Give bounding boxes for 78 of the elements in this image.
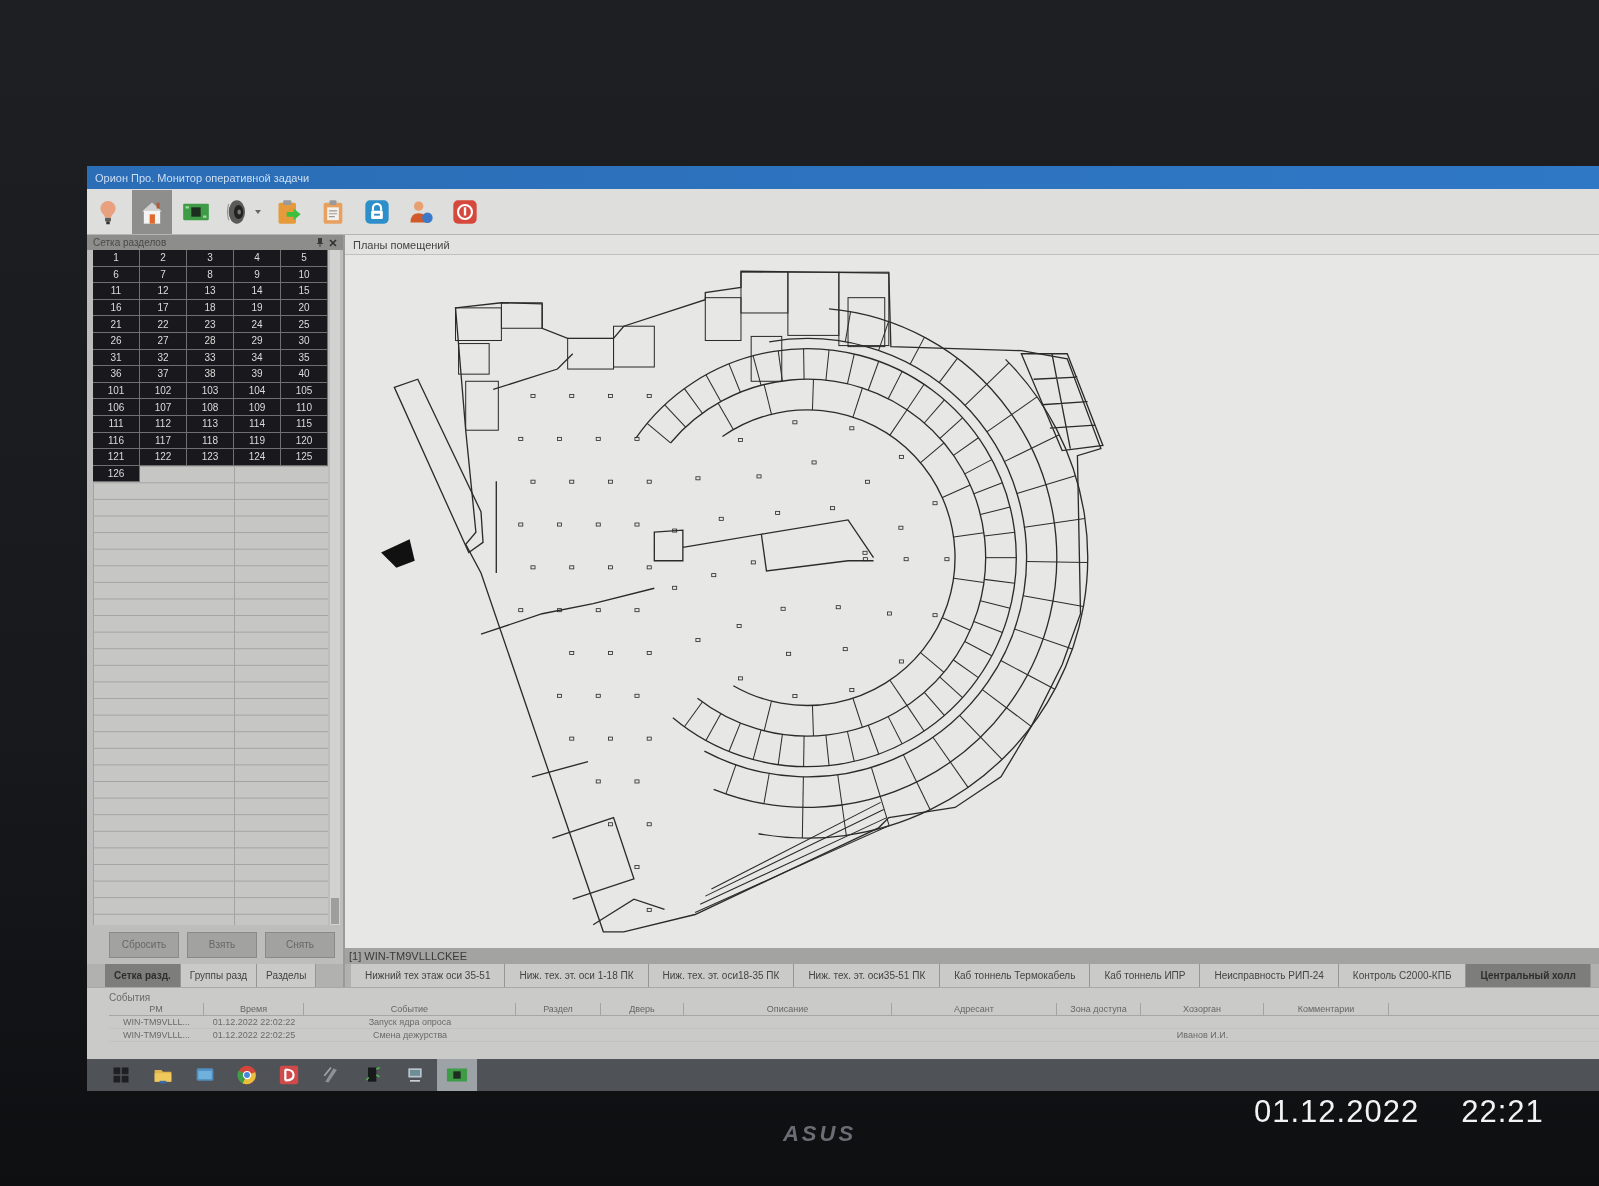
section-cell[interactable]: 25 bbox=[281, 316, 328, 333]
column-header[interactable]: Хозорган bbox=[1141, 1003, 1264, 1015]
dropdown-arrow-icon[interactable] bbox=[255, 209, 261, 214]
table-cell-text: Смена дежурства bbox=[371, 1029, 449, 1041]
app-tile-icon bbox=[278, 1064, 300, 1086]
section-cell[interactable]: 39 bbox=[234, 366, 281, 383]
section-cell[interactable]: 122 bbox=[140, 449, 187, 466]
plan-tab[interactable]: Ниж. тех. эт. оси18-35 ПК bbox=[648, 964, 795, 987]
section-cell[interactable]: 14 bbox=[234, 283, 281, 300]
section-cell[interactable]: 24 bbox=[234, 316, 281, 333]
plan-tab[interactable]: Неисправность РИП-24 bbox=[1200, 964, 1339, 987]
section-cell[interactable]: 12 bbox=[140, 283, 187, 300]
section-cell[interactable]: 1 bbox=[93, 250, 140, 267]
section-cell[interactable]: 110 bbox=[281, 399, 328, 416]
taskbar-button[interactable] bbox=[437, 1059, 477, 1091]
plan-tab[interactable]: Ниж. тех. эт. оси 1-18 ПК bbox=[505, 964, 649, 987]
section-cell[interactable]: 107 bbox=[140, 399, 187, 416]
column-header[interactable]: Зона доступа bbox=[1057, 1003, 1141, 1015]
section-cell[interactable]: 23 bbox=[187, 316, 234, 333]
power-icon bbox=[451, 197, 479, 226]
plan-tab[interactable]: Ниж. тех. эт. оси35-51 ПК bbox=[794, 964, 941, 987]
scrollbar[interactable] bbox=[330, 250, 340, 925]
status-text: [1] WIN-TM9VLLLCKEE bbox=[349, 950, 467, 962]
timestamp-time: 22:21 bbox=[1461, 1094, 1544, 1130]
panel-title: Сетка разделов bbox=[93, 237, 168, 248]
section-cell[interactable]: 11 bbox=[93, 283, 140, 300]
computer-icon bbox=[405, 1065, 425, 1085]
column-header[interactable]: Адресант bbox=[892, 1003, 1057, 1015]
table-cell-text: 01.12.2022 22:02:22 bbox=[211, 1016, 297, 1028]
timestamp-date: 01.12.2022 bbox=[1254, 1094, 1420, 1130]
plan-tab[interactable]: Контроль С2000-КПБ bbox=[1338, 964, 1467, 987]
section-cell[interactable]: 123 bbox=[187, 449, 234, 466]
brand-logo: ASUS bbox=[782, 1121, 857, 1147]
section-cell[interactable]: 5 bbox=[281, 250, 328, 267]
start-icon bbox=[112, 1066, 130, 1084]
plan-tab[interactable]: Каб тоннель ИПР bbox=[1090, 964, 1201, 987]
section-cell[interactable]: 4 bbox=[234, 250, 281, 267]
scrollbar-thumb[interactable] bbox=[331, 898, 339, 924]
table-cell-text: 01.12.2022 22:02:25 bbox=[211, 1029, 297, 1041]
column-header[interactable]: Событие bbox=[304, 1003, 516, 1015]
device-icon bbox=[363, 1065, 383, 1085]
section-cell[interactable]: 22 bbox=[140, 316, 187, 333]
column-header[interactable]: Раздел bbox=[516, 1003, 601, 1015]
panel-title: Планы помещений bbox=[353, 238, 450, 251]
panel-tab[interactable]: Группы разд bbox=[180, 964, 258, 987]
table-cell-text: Иванов И.И. bbox=[1175, 1029, 1230, 1041]
section-cell[interactable]: 13 bbox=[187, 283, 234, 300]
section-cell[interactable]: 40 bbox=[281, 366, 328, 383]
column-header[interactable]: Дверь bbox=[601, 1003, 684, 1015]
plan-tab[interactable]: Нижний тех этаж оси 35-51 bbox=[351, 964, 506, 987]
section-cell[interactable]: 121 bbox=[93, 449, 140, 466]
table-cell-text: WIN-TM9VLLL... bbox=[122, 1016, 191, 1028]
column-header[interactable]: Время bbox=[204, 1003, 304, 1015]
events-title: События bbox=[109, 992, 152, 1003]
table-cell-text: WIN-TM9VLLL... bbox=[122, 1029, 191, 1041]
section-cell[interactable]: 37 bbox=[140, 366, 187, 383]
table-cell-text: Запуск ядра опроса bbox=[367, 1016, 453, 1028]
column-header[interactable]: Комментарии bbox=[1264, 1003, 1389, 1015]
column-header[interactable]: Описание bbox=[684, 1003, 892, 1015]
section-cell[interactable]: 21 bbox=[93, 316, 140, 333]
section-cell[interactable]: 38 bbox=[187, 366, 234, 383]
lock-icon bbox=[363, 197, 391, 226]
section-cell[interactable]: 109 bbox=[234, 399, 281, 416]
section-cell[interactable]: 15 bbox=[281, 283, 328, 300]
section-cell[interactable]: 124 bbox=[234, 449, 281, 466]
pin-icon[interactable] bbox=[317, 238, 323, 247]
close-icon[interactable] bbox=[329, 238, 337, 247]
plan-tab[interactable]: Каб тоннель Термокабель bbox=[940, 964, 1091, 987]
browser-icon bbox=[236, 1064, 258, 1086]
section-cell[interactable]: 2 bbox=[140, 250, 187, 267]
window-title: Орион Про. Монитор оперативной задачи bbox=[95, 171, 310, 184]
panel-tab[interactable]: Разделы bbox=[257, 964, 317, 987]
section-cell[interactable]: 108 bbox=[187, 399, 234, 416]
section-cell[interactable]: 125 bbox=[281, 449, 328, 466]
column-header[interactable]: РМ bbox=[109, 1003, 204, 1015]
section-cell[interactable]: 106 bbox=[93, 399, 140, 416]
section-cell[interactable]: 3 bbox=[187, 250, 234, 267]
section-cell[interactable]: 36 bbox=[93, 366, 140, 383]
